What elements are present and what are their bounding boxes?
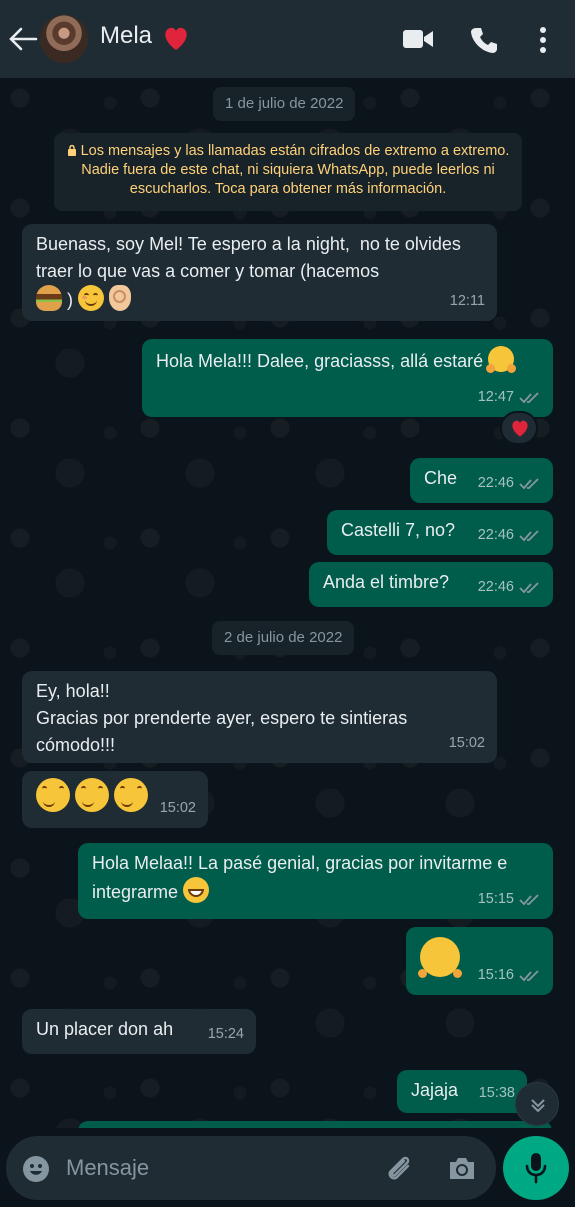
encryption-notice[interactable]: Los mensajes y las llamadas están cifrad… (54, 133, 522, 211)
smiling-face-emoji (75, 778, 110, 812)
camera-icon[interactable] (447, 1154, 477, 1182)
message-meta: 15:38 (479, 1080, 515, 1107)
contact-name[interactable]: Mela (100, 22, 152, 50)
message-text: Hola Mela!!! Dalee, graciasss, allá esta… (156, 351, 484, 371)
read-ticks-icon (519, 529, 539, 541)
read-ticks-icon (519, 969, 539, 981)
heart-icon (512, 420, 528, 437)
lock-icon (67, 144, 76, 156)
message-text: Jajaja (411, 1080, 459, 1100)
message-composer (6, 1136, 496, 1200)
read-ticks-icon (519, 477, 539, 489)
message-incoming[interactable]: Un placer don ah 15:24 (22, 1009, 256, 1054)
emoji-icon[interactable] (22, 1155, 50, 1183)
attach-icon[interactable] (384, 1153, 414, 1183)
message-time: 22:46 (477, 579, 514, 595)
message-outgoing[interactable]: Hola Mela!!! Dalee, graciasss, allá esta… (142, 339, 553, 417)
message-meta: 15:02 (160, 795, 196, 822)
message-input[interactable] (66, 1146, 366, 1190)
message-meta: 15:16 (478, 962, 541, 989)
message-outgoing[interactable]: Che 22:46 (410, 458, 553, 503)
chevron-down-icon (531, 1099, 545, 1113)
message-meta: 15:24 (208, 1021, 244, 1048)
message-time: 15:38 (478, 1085, 515, 1101)
message-time: 15:15 (477, 891, 514, 907)
encryption-text: Los mensajes y las llamadas están cifrad… (80, 143, 510, 197)
chat-area[interactable]: 1 de julio de 2022 Los mensajes y las ll… (0, 78, 575, 1128)
smiling-face-emoji (114, 778, 149, 812)
message-incoming[interactable]: Buenass, soy Mel! Te espero a la night, … (22, 224, 497, 321)
read-ticks-icon (519, 893, 539, 905)
message-meta: 12:47 (478, 384, 541, 411)
smiling-face-emoji (36, 778, 70, 812)
message-text: Hola Melaa!! La pasé genial, gracias por… (92, 853, 513, 902)
message-meta: 22:46 (478, 574, 541, 601)
message-meta: 15:15 (478, 886, 541, 913)
message-time: 15:02 (448, 735, 485, 751)
message-time: 12:47 (477, 389, 514, 405)
hugging-face-emoji (486, 346, 517, 373)
smiling-face-emoji (78, 285, 105, 311)
message-incoming[interactable]: 15:02 (22, 771, 208, 828)
message-text: Castelli 7, no? (341, 520, 456, 540)
message-text: Che (424, 468, 458, 488)
message-outgoing-partial (78, 1121, 552, 1128)
message-time: 22:46 (477, 475, 514, 491)
avatar[interactable] (40, 15, 88, 63)
message-outgoing[interactable]: 15:16 (406, 927, 553, 995)
message-meta: 15:02 (449, 730, 485, 757)
message-outgoing[interactable]: Anda el timbre? 22:46 (309, 562, 553, 607)
video-call-icon[interactable] (402, 28, 434, 50)
heart-reaction[interactable] (500, 411, 538, 445)
microphone-icon (525, 1153, 547, 1184)
message-text: Buenass, soy Mel! Te espero a la night, … (36, 234, 466, 281)
message-outgoing[interactable]: Jajaja 15:38 (397, 1070, 527, 1113)
message-time: 22:46 (477, 527, 514, 543)
voice-message-button[interactable] (503, 1136, 569, 1200)
message-time: 15:02 (159, 800, 196, 816)
hamburger-emoji (36, 285, 62, 311)
read-ticks-icon (519, 581, 539, 593)
date-separator: 2 de julio de 2022 (212, 621, 355, 655)
more-options-icon[interactable] (537, 26, 549, 54)
grinning-face-emoji (183, 877, 210, 903)
message-text: Ey, hola!! Gracias por prenderte ayer, e… (36, 681, 408, 755)
message-time: 12:11 (449, 293, 485, 309)
parenthesis-text: ) (67, 290, 74, 310)
message-time: 15:16 (477, 967, 514, 983)
date-separator: 1 de julio de 2022 (213, 87, 356, 121)
hugging-face-emoji (418, 937, 462, 978)
message-text: Un placer don ah (36, 1019, 174, 1039)
read-ticks-icon (519, 391, 539, 403)
ok-hand-emoji (109, 285, 132, 311)
message-time: 15:24 (207, 1026, 244, 1042)
message-meta: 22:46 (478, 470, 541, 497)
message-text: Anda el timbre? (323, 572, 450, 592)
heart-icon (165, 27, 187, 50)
message-incoming[interactable]: Ey, hola!! Gracias por prenderte ayer, e… (22, 671, 497, 763)
back-arrow-icon[interactable] (6, 24, 38, 54)
phone-icon[interactable] (470, 26, 498, 54)
message-outgoing[interactable]: Castelli 7, no? 22:46 (327, 510, 553, 555)
scroll-to-bottom-button[interactable] (515, 1082, 559, 1126)
message-meta: 12:11 (450, 288, 485, 315)
message-meta: 22:46 (478, 522, 541, 549)
message-outgoing[interactable]: Hola Melaa!! La pasé genial, gracias por… (78, 843, 553, 919)
chat-header: Mela (0, 0, 575, 78)
